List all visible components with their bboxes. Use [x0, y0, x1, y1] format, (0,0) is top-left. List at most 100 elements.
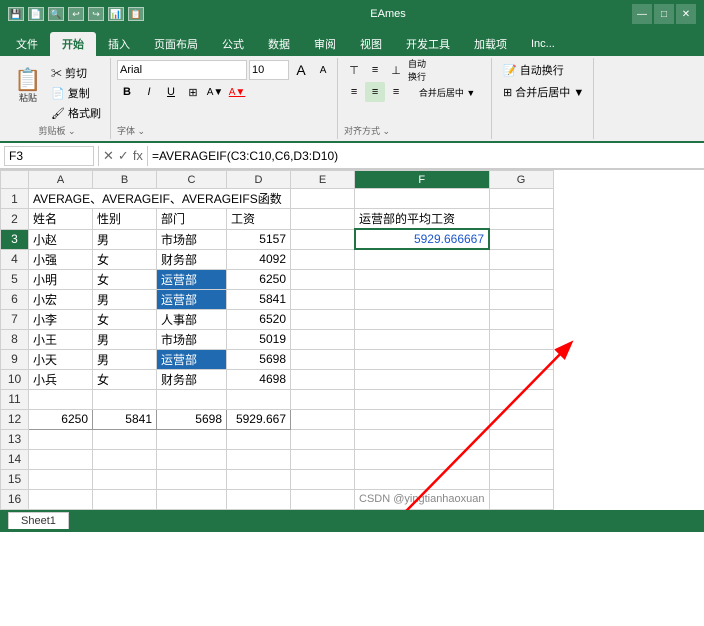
cell-e10[interactable]	[291, 369, 355, 389]
cell-b15[interactable]	[93, 469, 157, 489]
cell-e13[interactable]	[291, 429, 355, 449]
redo-icon[interactable]: ↪	[88, 7, 104, 21]
chart-icon[interactable]: 📊	[108, 7, 124, 21]
cell-g16[interactable]	[489, 489, 553, 509]
undo-icon[interactable]: ↩	[68, 7, 84, 21]
cell-e1[interactable]	[291, 189, 355, 209]
font-decrease-button[interactable]: A	[313, 60, 333, 80]
font-increase-button[interactable]: A	[291, 60, 311, 80]
align-center-button[interactable]: ≡	[365, 82, 385, 102]
cell-a4[interactable]: 小强	[29, 249, 93, 269]
cell-g6[interactable]	[489, 289, 553, 309]
cell-f10[interactable]	[355, 369, 490, 389]
tab-developer[interactable]: 开发工具	[394, 32, 462, 56]
cell-e12[interactable]	[291, 409, 355, 429]
cell-c12[interactable]: 5698	[157, 409, 227, 429]
italic-button[interactable]: I	[139, 82, 159, 102]
cell-f5[interactable]	[355, 269, 490, 289]
cell-f7[interactable]	[355, 309, 490, 329]
tab-page-layout[interactable]: 页面布局	[142, 32, 210, 56]
cell-b12[interactable]: 5841	[93, 409, 157, 429]
cell-c15[interactable]	[157, 469, 227, 489]
cell-a12[interactable]: 6250	[29, 409, 93, 429]
cell-b11[interactable]	[93, 389, 157, 409]
cell-a5[interactable]: 小明	[29, 269, 93, 289]
cell-g10[interactable]	[489, 369, 553, 389]
cell-f1[interactable]	[355, 189, 490, 209]
cell-e2[interactable]	[291, 209, 355, 230]
tab-addins[interactable]: 加载项	[462, 32, 519, 56]
align-left-button[interactable]: ≡	[344, 82, 364, 102]
cell-e8[interactable]	[291, 329, 355, 349]
cell-e5[interactable]	[291, 269, 355, 289]
col-header-a[interactable]: A	[29, 171, 93, 189]
tab-inc[interactable]: Inc...	[519, 32, 567, 56]
col-header-c[interactable]: C	[157, 171, 227, 189]
cell-d4[interactable]: 4092	[227, 249, 291, 269]
underline-button[interactable]: U	[161, 82, 181, 102]
cell-d7[interactable]: 6520	[227, 309, 291, 329]
cell-e7[interactable]	[291, 309, 355, 329]
cell-e11[interactable]	[291, 389, 355, 409]
cell-b6[interactable]: 男	[93, 289, 157, 309]
cell-g3[interactable]	[489, 229, 553, 249]
cell-c4[interactable]: 财务部	[157, 249, 227, 269]
cell-c3[interactable]: 市场部	[157, 229, 227, 249]
new-icon[interactable]: 📄	[28, 7, 44, 21]
cell-a2[interactable]: 姓名	[29, 209, 93, 230]
cell-g9[interactable]	[489, 349, 553, 369]
cell-g12[interactable]	[489, 409, 553, 429]
cell-g11[interactable]	[489, 389, 553, 409]
cell-a8[interactable]: 小王	[29, 329, 93, 349]
merge-button[interactable]: ⊞ 合并后居中 ▼	[498, 82, 589, 102]
col-header-g[interactable]: G	[489, 171, 553, 189]
cell-b5[interactable]: 女	[93, 269, 157, 289]
tab-home[interactable]: 开始	[50, 32, 96, 56]
cell-b3[interactable]: 男	[93, 229, 157, 249]
cell-b9[interactable]: 男	[93, 349, 157, 369]
cell-b2[interactable]: 性别	[93, 209, 157, 230]
fill-color-button[interactable]: A▼	[205, 82, 225, 102]
clipboard-icon[interactable]: 📋	[128, 7, 144, 21]
cell-f2[interactable]: 运营部的平均工资	[355, 209, 490, 230]
cell-e14[interactable]	[291, 449, 355, 469]
cell-f3[interactable]: 5929.666667	[355, 229, 490, 249]
cell-a6[interactable]: 小宏	[29, 289, 93, 309]
cell-b13[interactable]	[93, 429, 157, 449]
cell-e6[interactable]	[291, 289, 355, 309]
cell-f14[interactable]	[355, 449, 490, 469]
tab-review[interactable]: 审阅	[302, 32, 348, 56]
cell-c6[interactable]: 运营部	[157, 289, 227, 309]
wrap-text-button[interactable]: 自动换行	[407, 60, 427, 80]
confirm-formula-icon[interactable]: ✓	[118, 148, 129, 164]
cell-a10[interactable]: 小兵	[29, 369, 93, 389]
cell-e9[interactable]	[291, 349, 355, 369]
format-painter-button[interactable]: 🖌 格式刷	[48, 104, 104, 122]
cell-e16[interactable]	[291, 489, 355, 509]
merge-center-button[interactable]: 合并后居中 ▼	[407, 82, 487, 102]
auto-wrap-button[interactable]: 📝 自动换行	[498, 60, 589, 80]
cell-a11[interactable]	[29, 389, 93, 409]
cell-e3[interactable]	[291, 229, 355, 249]
paste-button[interactable]: 📋 粘贴	[10, 60, 46, 112]
cell-g7[interactable]	[489, 309, 553, 329]
col-header-d[interactable]: D	[227, 171, 291, 189]
cell-g2[interactable]	[489, 209, 553, 230]
cell-f6[interactable]	[355, 289, 490, 309]
cell-c13[interactable]	[157, 429, 227, 449]
cell-e4[interactable]	[291, 249, 355, 269]
cell-c5[interactable]: 运营部	[157, 269, 227, 289]
cell-c7[interactable]: 人事部	[157, 309, 227, 329]
cell-a7[interactable]: 小李	[29, 309, 93, 329]
cell-f8[interactable]	[355, 329, 490, 349]
col-header-f[interactable]: F	[355, 171, 490, 189]
cell-g1[interactable]	[489, 189, 553, 209]
cell-a14[interactable]	[29, 449, 93, 469]
cell-a3[interactable]: 小赵	[29, 229, 93, 249]
cell-f15[interactable]	[355, 469, 490, 489]
cell-g4[interactable]	[489, 249, 553, 269]
cell-e15[interactable]	[291, 469, 355, 489]
maximize-button[interactable]: □	[654, 4, 674, 24]
cell-d10[interactable]: 4698	[227, 369, 291, 389]
cell-c16[interactable]	[157, 489, 227, 509]
